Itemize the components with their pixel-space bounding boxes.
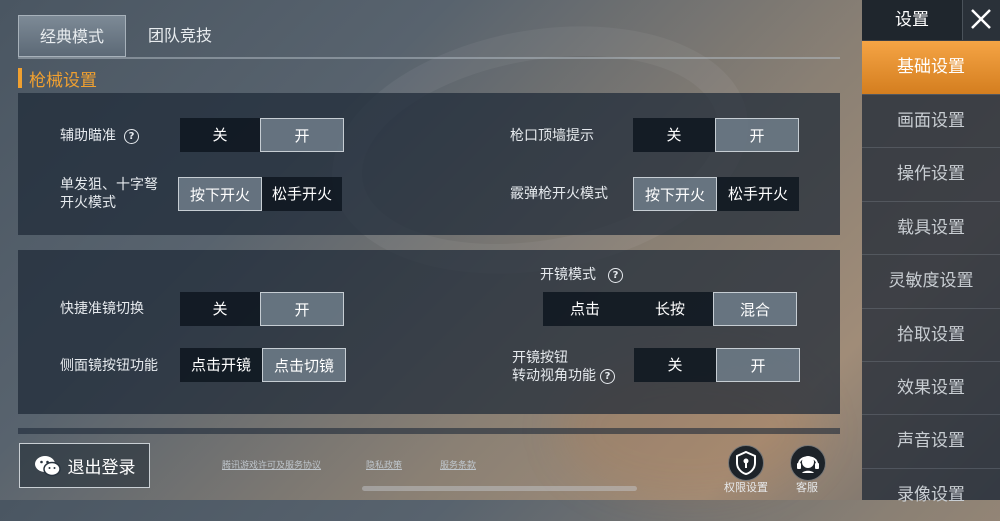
logout-label: 退出登录: [67, 458, 136, 478]
privacy-link[interactable]: 隐私政策: [366, 458, 402, 471]
help-icon[interactable]: ?: [124, 128, 139, 144]
scrollbar[interactable]: [362, 486, 637, 491]
muzzle-wall-toggle: 关 开: [633, 118, 799, 152]
close-button[interactable]: [962, 0, 1000, 40]
sidebar-item-audio[interactable]: 声音设置: [862, 414, 1000, 466]
scope-mode-label: 开镜模式?: [540, 266, 623, 284]
sidebar-item-vehicle[interactable]: 载具设置: [862, 201, 1000, 253]
sidebar-item-replay[interactable]: 录像设置: [862, 468, 1000, 505]
section-title: 枪械设置: [18, 66, 97, 91]
support-button[interactable]: [790, 445, 826, 481]
aim-assist-on[interactable]: 开: [260, 118, 344, 152]
scope-mode-hold[interactable]: 长按: [627, 292, 713, 326]
shotgun-press-fire[interactable]: 按下开火: [633, 177, 717, 211]
divider: [18, 57, 840, 59]
mode-tabs: 经典模式 团队竞技: [18, 15, 234, 57]
sniper-fire-toggle: 按下开火 松手开火: [178, 177, 342, 211]
scope-rotate-toggle: 关 开: [634, 348, 800, 382]
license-link[interactable]: 腾讯游戏许可及服务协议: [222, 458, 321, 471]
sidebar-item-basic[interactable]: 基础设置: [862, 41, 1000, 94]
weapon-panel-3: [18, 428, 840, 434]
headset-icon: [797, 456, 819, 473]
accent-bar: [18, 68, 22, 88]
muzzle-wall-off[interactable]: 关: [633, 118, 715, 152]
logout-button[interactable]: 退出登录: [19, 443, 150, 488]
aim-assist-label: 辅助瞄准?: [60, 127, 139, 145]
help-icon[interactable]: ?: [600, 368, 615, 384]
weapon-panel-2: 开镜模式? 点击 长按 混合 快捷准镜切换 关 开 侧面镜按钮功能 点击开镜 点…: [18, 250, 840, 414]
sidebar-item-controls[interactable]: 操作设置: [862, 147, 1000, 199]
aim-assist-toggle: 关 开: [180, 118, 344, 152]
side-scope-tap-switch[interactable]: 点击切镜: [262, 348, 346, 382]
tab-classic[interactable]: 经典模式: [18, 15, 126, 57]
shield-icon: [736, 450, 756, 476]
side-scope-tap-open[interactable]: 点击开镜: [180, 348, 262, 382]
scope-rotate-on[interactable]: 开: [716, 348, 800, 382]
wechat-icon: [34, 455, 61, 476]
sidebar-item-sensitivity[interactable]: 灵敏度设置: [862, 254, 1000, 306]
permission-label: 权限设置: [724, 481, 768, 494]
aim-assist-off[interactable]: 关: [180, 118, 260, 152]
scope-mode-mixed[interactable]: 混合: [713, 292, 797, 326]
settings-title: 设置: [862, 0, 962, 40]
quick-scope-off[interactable]: 关: [180, 292, 260, 326]
muzzle-wall-on[interactable]: 开: [715, 118, 799, 152]
side-scope-label: 侧面镜按钮功能: [60, 358, 158, 374]
side-scope-toggle: 点击开镜 点击切镜: [180, 348, 346, 382]
scope-rotate-off[interactable]: 关: [634, 348, 716, 382]
scope-rotate-label: 开镜按钮 转动视角功能?: [512, 349, 615, 385]
terms-link[interactable]: 服务条款: [440, 458, 476, 471]
shotgun-release-fire[interactable]: 松手开火: [717, 177, 799, 211]
weapon-panel-1: 辅助瞄准? 关 开 枪口顶墙提示 关 开 单发狙、十字弩 开火模式 按下开火 松…: [18, 93, 840, 235]
sniper-release-fire[interactable]: 松手开火: [262, 177, 342, 211]
close-icon: [971, 9, 991, 29]
help-icon[interactable]: ?: [608, 267, 623, 283]
quick-scope-toggle: 关 开: [180, 292, 344, 326]
permission-button[interactable]: [728, 445, 764, 481]
sidebar-item-pickup[interactable]: 拾取设置: [862, 308, 1000, 360]
scope-mode-toggle: 点击 长按 混合: [543, 292, 797, 326]
quick-scope-label: 快捷准镜切换: [60, 301, 144, 317]
section-title-text: 枪械设置: [29, 70, 97, 91]
support-label: 客服: [796, 481, 818, 494]
sniper-fire-label: 单发狙、十字弩 开火模式: [60, 177, 158, 211]
scope-mode-tap[interactable]: 点击: [543, 292, 627, 326]
sniper-press-fire[interactable]: 按下开火: [178, 177, 262, 211]
tab-team[interactable]: 团队竞技: [126, 15, 234, 57]
sidebar-item-effects[interactable]: 效果设置: [862, 361, 1000, 413]
muzzle-wall-label: 枪口顶墙提示: [510, 128, 594, 144]
sidebar-item-graphics[interactable]: 画面设置: [862, 94, 1000, 146]
shotgun-fire-toggle: 按下开火 松手开火: [633, 177, 799, 211]
shotgun-fire-label: 霰弹枪开火模式: [510, 186, 608, 202]
quick-scope-on[interactable]: 开: [260, 292, 344, 326]
